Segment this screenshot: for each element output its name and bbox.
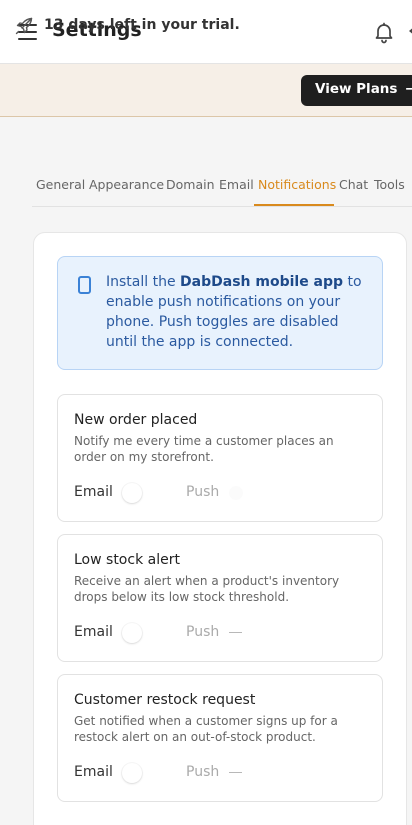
email-label: Email (74, 624, 113, 640)
view-plans-button[interactable]: View Plans → (301, 75, 412, 106)
tab-chat[interactable]: Chat (339, 177, 368, 192)
email-toggle[interactable] (122, 623, 142, 643)
bell-icon[interactable] (372, 20, 396, 44)
notification-title: Customer restock request (74, 692, 256, 708)
email-toggle[interactable] (122, 763, 142, 783)
push-toggle (229, 486, 243, 500)
tab-email[interactable]: Email (219, 177, 254, 192)
trial-message: 13 days left in your trial. (44, 17, 240, 33)
push-toggle (229, 772, 242, 773)
settings-tabs: General Appearance Domain Email Notifica… (32, 166, 412, 207)
tab-domain[interactable]: Domain (166, 177, 215, 192)
app-name-link: DabDash mobile app (180, 274, 344, 290)
rocket-icon (14, 16, 34, 36)
tab-tools[interactable]: Tools (374, 177, 405, 192)
notification-title: New order placed (74, 412, 198, 428)
email-label: Email (74, 484, 113, 500)
tab-appearance[interactable]: Appearance (89, 177, 164, 192)
mobile-phone-icon (78, 276, 91, 294)
arrow-right-icon: → (405, 81, 412, 97)
push-toggle (229, 632, 242, 633)
push-label: Push (186, 624, 220, 640)
view-plans-label: View Plans (315, 81, 398, 97)
tab-notifications[interactable]: Notifications (258, 177, 336, 192)
push-label: Push (186, 764, 220, 780)
notification-description: Receive an alert when a product's invent… (74, 574, 340, 604)
email-label: Email (74, 764, 113, 780)
overflow-icon[interactable] (407, 24, 412, 38)
notification-title: Low stock alert (74, 552, 180, 568)
notification-description: Get notified when a customer signs up fo… (74, 714, 338, 744)
active-tab-indicator (254, 204, 334, 206)
info-text-before: Install the (106, 274, 181, 290)
info-notice-text: Install the DabDash mobile app to enable… (106, 272, 370, 352)
email-toggle[interactable] (122, 483, 142, 503)
tab-general[interactable]: General (36, 177, 85, 192)
push-label: Push (186, 484, 220, 500)
notification-description: Notify me every time a customer places a… (74, 434, 334, 464)
